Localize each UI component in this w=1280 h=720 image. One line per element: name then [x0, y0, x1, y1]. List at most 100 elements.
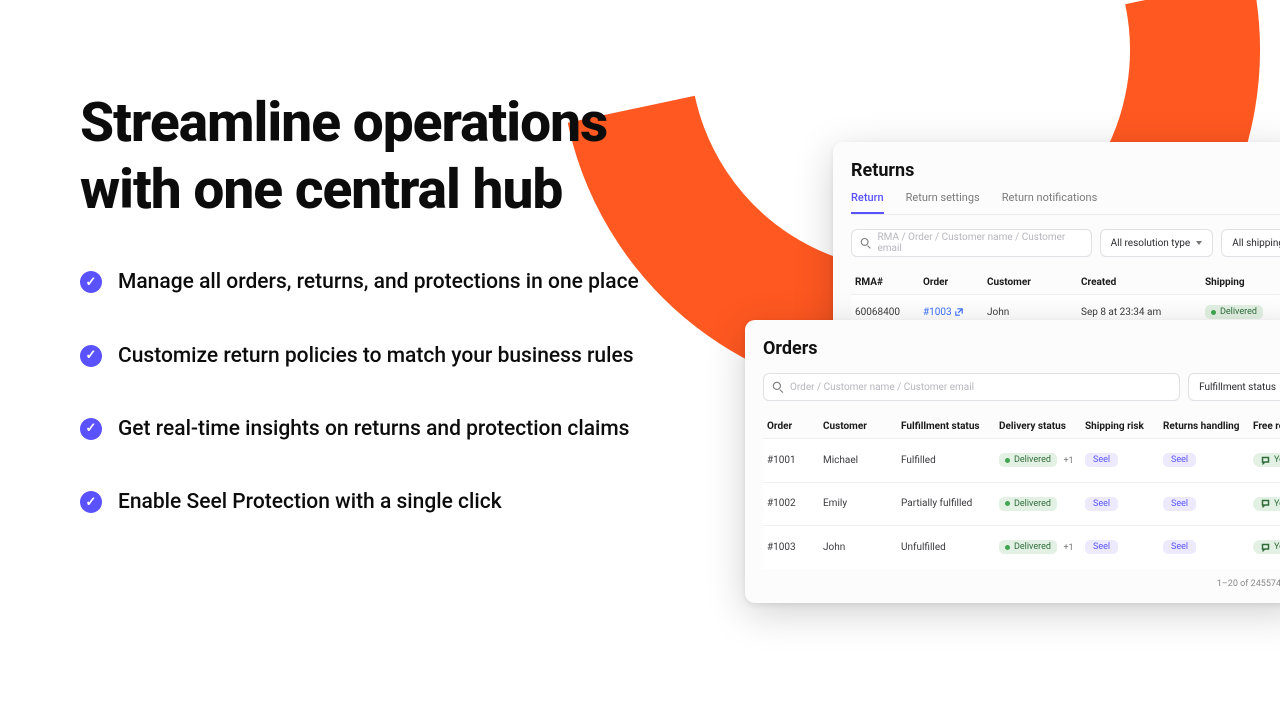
bullet-text: Manage all orders, returns, and protecti…	[118, 268, 639, 297]
check-icon: ✓	[80, 271, 102, 293]
seel-badge: Seel	[1163, 540, 1196, 554]
col-risk: Shipping risk	[1085, 421, 1157, 432]
seel-badge: Seel	[1085, 453, 1118, 467]
cell-customer: Emily	[823, 498, 895, 509]
shipping-badge: Delivered	[1205, 305, 1263, 319]
order-link[interactable]: #1003	[923, 307, 963, 318]
cell-customer: John	[823, 542, 895, 553]
yes-badge-label: Yes	[1274, 542, 1280, 552]
cell-fulfillment: Fulfilled	[901, 455, 993, 466]
cell-order: #1001	[767, 455, 817, 466]
delivery-badge-label: Delivered	[1014, 499, 1051, 509]
search-input[interactable]: Order / Customer name / Customer email	[763, 373, 1180, 401]
cell-delivery: Delivered	[999, 497, 1079, 511]
cell-delivery: Delivered +1	[999, 540, 1079, 554]
col-customer: Customer	[823, 421, 895, 432]
delivery-badge: Delivered	[999, 540, 1057, 554]
tab-return[interactable]: Return	[851, 191, 884, 214]
tab-return-notifications[interactable]: Return notifications	[1002, 191, 1098, 214]
bullet-text: Get real-time insights on returns and pr…	[118, 415, 629, 444]
search-input[interactable]: RMA / Order / Customer name / Customer e…	[851, 229, 1092, 257]
cell-handling: Seel	[1163, 540, 1247, 554]
delivery-badge-label: Delivered	[1014, 542, 1051, 552]
hero-column: Streamline operations with one central h…	[80, 90, 640, 518]
status-dot-icon	[1211, 310, 1216, 315]
external-link-icon	[955, 308, 963, 316]
seel-badge: Seel	[1163, 497, 1196, 511]
col-created: Created	[1081, 277, 1201, 288]
filter-resolution[interactable]: All resolution type	[1100, 229, 1214, 257]
chat-icon	[1261, 543, 1270, 552]
delivery-badge: Delivered	[999, 453, 1057, 467]
filter-fulfillment[interactable]: Fulfillment status	[1188, 373, 1280, 401]
cell-delivery: Delivered +1	[999, 453, 1079, 467]
cell-free: Yes	[1253, 497, 1280, 512]
extra-count: +1	[1063, 456, 1073, 466]
search-icon	[772, 381, 784, 393]
col-fulfillment: Fulfillment status	[901, 421, 993, 432]
col-customer: Customer	[987, 277, 1077, 288]
orders-table-header: Order Customer Fulfillment status Delive…	[763, 415, 1280, 438]
cell-free: Yes	[1253, 540, 1280, 555]
bullet-text: Enable Seel Protection with a single cli…	[118, 488, 502, 517]
table-row[interactable]: #1002 Emily Partially fulfilled Delivere…	[763, 482, 1280, 526]
col-delivery: Delivery status	[999, 421, 1079, 432]
filter-shipping[interactable]: All shipping	[1221, 229, 1280, 257]
delivery-badge-label: Delivered	[1014, 455, 1051, 465]
feature-bullet: ✓ Manage all orders, returns, and protec…	[80, 268, 640, 297]
panel-title: Returns	[851, 160, 1280, 181]
cell-customer: Michael	[823, 455, 895, 466]
yes-badge-label: Yes	[1274, 455, 1280, 465]
filter-shipping-label: All shipping	[1232, 238, 1280, 249]
col-shipping: Shipping	[1205, 277, 1280, 288]
feature-bullet: ✓ Get real-time insights on returns and …	[80, 415, 640, 444]
orders-panel: Orders Order / Customer name / Customer …	[745, 320, 1280, 603]
cell-order: #1002	[767, 498, 817, 509]
col-order: Order	[767, 421, 817, 432]
cell-order: #1003	[767, 542, 817, 553]
cell-risk: Seel	[1085, 497, 1157, 511]
cell-fulfillment: Partially fulfilled	[901, 498, 993, 509]
tab-return-settings[interactable]: Return settings	[906, 191, 980, 214]
feature-bullets: ✓ Manage all orders, returns, and protec…	[80, 268, 640, 518]
toolbar: RMA / Order / Customer name / Customer e…	[851, 229, 1280, 257]
yes-badge: Yes	[1253, 540, 1280, 554]
table-row[interactable]: #1001 Michael Fulfilled Delivered +1 See…	[763, 438, 1280, 482]
chat-icon	[1261, 456, 1270, 465]
filter-fulfillment-label: Fulfillment status	[1199, 382, 1276, 393]
yes-badge: Yes	[1253, 497, 1280, 511]
feature-bullet: ✓ Customize return policies to match you…	[80, 342, 640, 371]
delivery-badge: Delivered	[999, 497, 1057, 511]
check-icon: ✓	[80, 418, 102, 440]
status-dot-icon	[1005, 501, 1010, 506]
col-order: Order	[923, 277, 983, 288]
status-dot-icon	[1005, 458, 1010, 463]
col-handling: Returns handling	[1163, 421, 1247, 432]
search-icon	[860, 237, 871, 249]
col-rma: RMA#	[855, 277, 919, 288]
cell-handling: Seel	[1163, 497, 1247, 511]
toolbar: Order / Customer name / Customer email F…	[763, 373, 1280, 401]
cell-order: #1003	[923, 307, 983, 318]
yes-badge: Yes	[1253, 453, 1280, 467]
col-free: Free returns	[1253, 421, 1280, 432]
chat-icon	[1261, 499, 1270, 508]
cell-shipping: Delivered	[1205, 305, 1280, 319]
status-dot-icon	[1005, 545, 1010, 550]
cell-risk: Seel	[1085, 453, 1157, 467]
returns-table-header: RMA# Order Customer Created Shipping Typ…	[851, 271, 1280, 294]
table-row[interactable]: #1003 John Unfulfilled Delivered +1 Seel…	[763, 525, 1280, 569]
cell-handling: Seel	[1163, 453, 1247, 467]
cell-risk: Seel	[1085, 540, 1157, 554]
cell-free: Yes	[1253, 453, 1280, 468]
cell-created: Sep 8 at 23:34 am	[1081, 307, 1201, 318]
chevron-down-icon	[1196, 241, 1202, 245]
feature-bullet: ✓ Enable Seel Protection with a single c…	[80, 488, 640, 517]
panel-title: Orders	[763, 338, 1280, 359]
search-placeholder: RMA / Order / Customer name / Customer e…	[877, 232, 1082, 254]
seel-badge: Seel	[1085, 497, 1118, 511]
pagination-text: 1–20 of 245574	[763, 569, 1280, 589]
check-icon: ✓	[80, 491, 102, 513]
cell-fulfillment: Unfulfilled	[901, 542, 993, 553]
extra-count: +1	[1063, 543, 1073, 553]
